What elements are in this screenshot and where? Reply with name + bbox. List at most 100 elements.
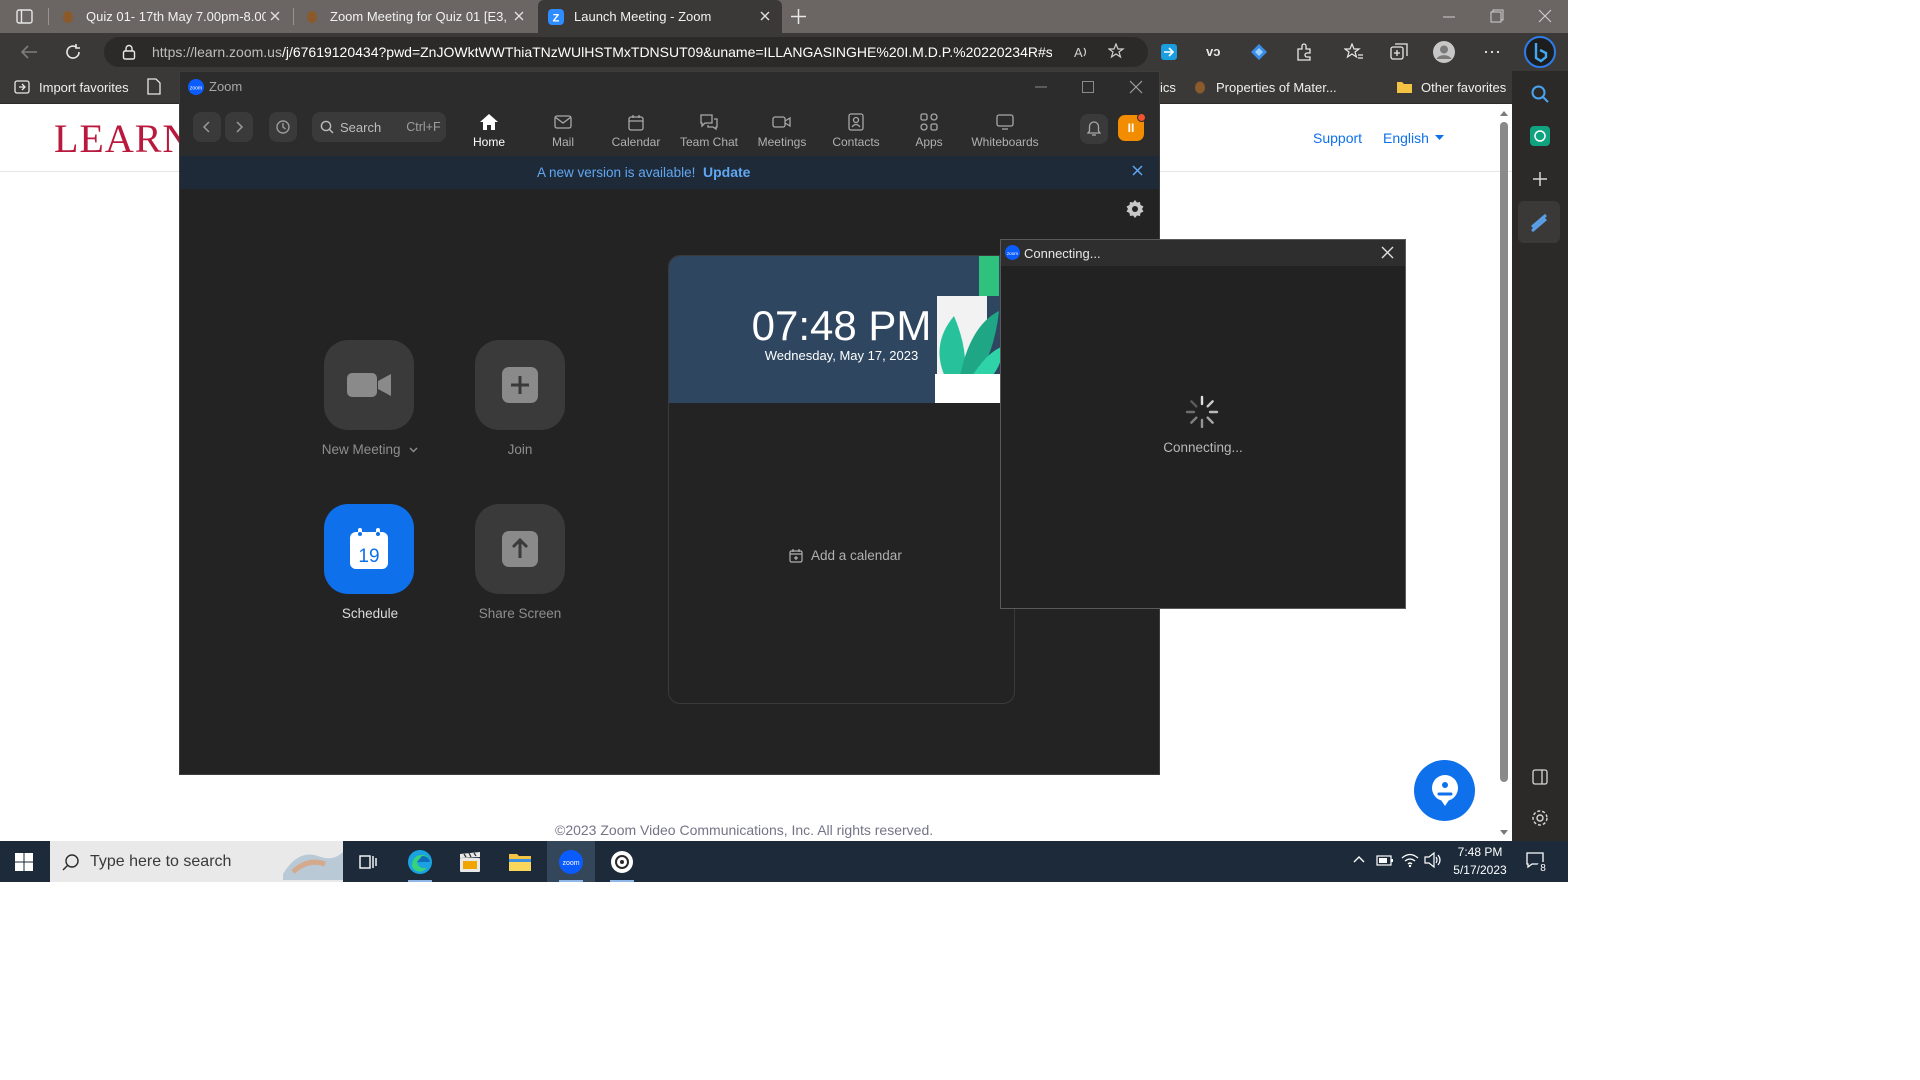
dialog-close-icon[interactable] bbox=[1381, 246, 1394, 259]
new-meeting-button[interactable] bbox=[324, 340, 414, 430]
wifi-icon[interactable] bbox=[1401, 852, 1419, 868]
show-hidden-icons[interactable] bbox=[1352, 853, 1366, 867]
calendar-add-icon bbox=[789, 548, 803, 563]
zoom-maximize-icon[interactable] bbox=[1081, 80, 1095, 94]
refresh-icon[interactable] bbox=[64, 43, 82, 61]
notifications-button[interactable] bbox=[1080, 114, 1108, 144]
update-button[interactable]: Update bbox=[703, 164, 750, 180]
language-selector[interactable]: English bbox=[1383, 130, 1444, 146]
join-button[interactable] bbox=[475, 340, 565, 430]
extension-arrow-icon[interactable] bbox=[1160, 43, 1178, 61]
zoom-tab-mail[interactable]: Mail bbox=[527, 112, 599, 150]
close-window-icon[interactable] bbox=[1538, 9, 1552, 23]
restore-window-icon[interactable] bbox=[1490, 9, 1504, 23]
chat-icon bbox=[699, 112, 719, 132]
close-banner-icon[interactable] bbox=[1132, 165, 1143, 176]
share-screen-button[interactable] bbox=[475, 504, 565, 594]
profile-avatar-icon[interactable] bbox=[1433, 41, 1455, 63]
browser-tab-launch-meeting[interactable]: Z Launch Meeting - Zoom bbox=[538, 0, 782, 33]
tab-label: Contacts bbox=[832, 135, 880, 149]
settings-gear-icon[interactable] bbox=[1125, 199, 1145, 219]
calendar-card: 07:48 PM Wednesday, May 17, 2023 Add a c… bbox=[668, 255, 1015, 704]
url-text: https://learn.zoom.us/j/67619120434?pwd=… bbox=[152, 44, 1052, 60]
new-tab-icon[interactable] bbox=[790, 8, 807, 25]
sidebar-settings-icon[interactable] bbox=[1531, 809, 1549, 827]
sidebar-split-icon[interactable] bbox=[1532, 769, 1548, 785]
zoom-forward-button[interactable] bbox=[225, 112, 253, 142]
vd-extension-icon[interactable]: vↄ bbox=[1206, 44, 1220, 59]
search-highlight-illustration bbox=[283, 852, 343, 880]
tab-title: Zoom Meeting for Quiz 01 [E3, E bbox=[330, 9, 510, 24]
zoom-tab-calendar[interactable]: Calendar bbox=[600, 112, 672, 150]
taskbar-edge[interactable] bbox=[396, 841, 444, 882]
taskbar-clock[interactable]: 7:48 PM 5/17/2023 bbox=[1446, 843, 1514, 879]
sidebar-search-icon[interactable] bbox=[1531, 85, 1549, 103]
bing-copilot-icon[interactable] bbox=[1524, 36, 1556, 68]
page-icon[interactable] bbox=[147, 78, 161, 95]
new-meeting-label[interactable]: New Meeting bbox=[300, 442, 440, 457]
start-button[interactable] bbox=[0, 841, 48, 882]
zoom-search-box[interactable]: Search Ctrl+F bbox=[312, 112, 446, 142]
add-calendar-label: Add a calendar bbox=[811, 548, 902, 563]
schedule-label[interactable]: Schedule bbox=[300, 606, 440, 621]
add-calendar-link[interactable]: Add a calendar bbox=[789, 548, 902, 563]
taskbar-video-editor[interactable] bbox=[446, 841, 494, 882]
favorite-truncated[interactable]: ics bbox=[1160, 78, 1176, 96]
taskbar-file-explorer[interactable] bbox=[496, 841, 544, 882]
zoom-tab-whiteboards[interactable]: Whiteboards bbox=[968, 112, 1042, 150]
learn-logo[interactable]: LEARN bbox=[54, 115, 192, 162]
notification-center[interactable]: 8 bbox=[1525, 851, 1550, 876]
browser-tab-zoom-meeting[interactable]: Zoom Meeting for Quiz 01 [E3, E bbox=[304, 0, 536, 33]
zoom-tab-apps[interactable]: Apps bbox=[893, 112, 965, 150]
sidebar-add-icon[interactable] bbox=[1532, 171, 1548, 187]
zoom-tab-meetings[interactable]: Meetings bbox=[746, 112, 818, 150]
share-screen-label[interactable]: Share Screen bbox=[450, 606, 590, 621]
zoom-tab-contacts[interactable]: Contacts bbox=[820, 112, 892, 150]
extensions-icon[interactable] bbox=[1295, 43, 1313, 61]
support-link[interactable]: Support bbox=[1313, 130, 1362, 146]
import-favorites-link[interactable]: Import favorites bbox=[14, 78, 129, 96]
calendar-icon bbox=[628, 112, 644, 132]
zoom-close-icon[interactable] bbox=[1129, 80, 1143, 94]
lock-icon[interactable] bbox=[122, 44, 136, 60]
scrollbar-thumb[interactable] bbox=[1500, 122, 1508, 782]
collections-icon[interactable] bbox=[1390, 43, 1408, 61]
url-path: /j/67619120434?pwd=ZnJOWktWWThiaTNzWUlHS… bbox=[281, 44, 1052, 60]
taskbar-obs[interactable] bbox=[598, 841, 646, 882]
more-menu-icon[interactable]: ⋯ bbox=[1483, 42, 1501, 63]
taskbar-search-box[interactable]: Type here to search bbox=[50, 841, 343, 882]
chat-bot-button[interactable] bbox=[1414, 760, 1475, 821]
zoom-back-button[interactable] bbox=[193, 112, 221, 142]
sidebar-slash-app-icon[interactable] bbox=[1518, 201, 1560, 243]
add-favorite-icon[interactable] bbox=[1108, 43, 1126, 61]
taskbar-zoom[interactable]: zoom bbox=[547, 841, 595, 882]
address-bar[interactable]: https://learn.zoom.us/j/67619120434?pwd=… bbox=[104, 37, 1148, 67]
sidebar-chatgpt-icon[interactable] bbox=[1530, 126, 1550, 146]
schedule-button[interactable]: 19 bbox=[324, 504, 414, 594]
other-favorites-folder[interactable]: Other favorites bbox=[1396, 78, 1506, 96]
back-icon[interactable] bbox=[20, 44, 38, 60]
close-tab-icon[interactable] bbox=[512, 9, 526, 23]
tab-actions-icon[interactable] bbox=[16, 8, 33, 25]
favorite-properties-link[interactable]: Properties of Mater... bbox=[1194, 78, 1337, 96]
search-icon bbox=[62, 853, 79, 870]
browser-tab-quiz[interactable]: Quiz 01- 17th May 7.00pm-8.00pm bbox=[60, 0, 292, 33]
chatbot-icon bbox=[1431, 774, 1458, 806]
zoom-history-button[interactable] bbox=[269, 112, 297, 142]
join-label[interactable]: Join bbox=[450, 442, 590, 457]
contacts-icon bbox=[848, 112, 864, 132]
tab-title: Quiz 01- 17th May 7.00pm-8.00pm bbox=[86, 9, 266, 24]
task-view-button[interactable] bbox=[344, 841, 392, 882]
close-tab-icon[interactable] bbox=[758, 9, 772, 23]
minimize-window-icon[interactable] bbox=[1442, 10, 1456, 24]
favorites-icon[interactable] bbox=[1344, 43, 1364, 61]
read-aloud-icon[interactable]: A bbox=[1072, 43, 1090, 61]
zoom-minimize-icon[interactable] bbox=[1034, 80, 1048, 94]
svg-text:zoom: zoom bbox=[190, 86, 202, 92]
battery-icon[interactable] bbox=[1376, 853, 1394, 867]
volume-icon[interactable] bbox=[1424, 852, 1442, 868]
close-tab-icon[interactable] bbox=[268, 9, 282, 23]
diamond-extension-icon[interactable] bbox=[1250, 43, 1268, 61]
zoom-tab-home[interactable]: Home bbox=[453, 112, 525, 150]
zoom-tab-team-chat[interactable]: Team Chat bbox=[673, 112, 745, 150]
